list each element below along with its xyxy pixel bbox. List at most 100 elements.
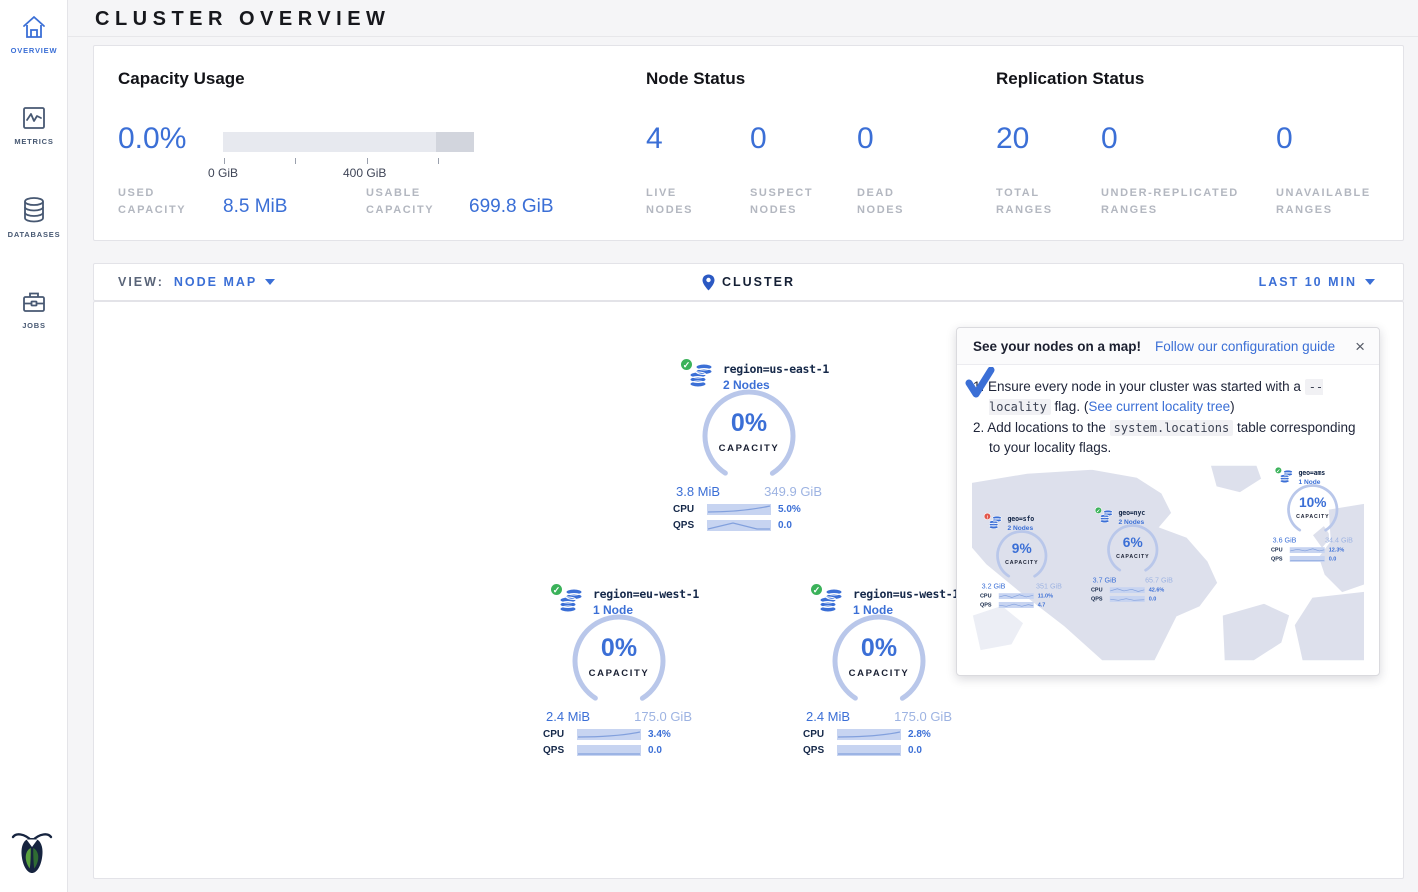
region-total-capacity: 175.0 GiB bbox=[894, 709, 952, 724]
qps-label: QPS bbox=[980, 602, 995, 608]
gauge-capacity-label: CAPACITY bbox=[1103, 554, 1164, 560]
qps-sparkline bbox=[577, 745, 641, 756]
capacity-gauge: 0% CAPACITY bbox=[824, 611, 934, 707]
live-nodes-value: 4 bbox=[646, 122, 663, 156]
gauge-percent: 6% bbox=[1103, 535, 1164, 551]
qps-value: 0.0 bbox=[648, 745, 662, 756]
cpu-sparkline bbox=[1110, 587, 1145, 593]
region-used-capacity: 3.8 MiB bbox=[676, 484, 720, 499]
page-title: CLUSTER OVERVIEW bbox=[95, 8, 390, 30]
region-label: region=us-east-1 bbox=[723, 362, 829, 376]
configuration-guide-link[interactable]: Follow our configuration guide bbox=[1155, 339, 1335, 354]
cockroachdb-logo bbox=[10, 827, 54, 880]
qps-label: QPS bbox=[543, 745, 570, 756]
cpu-label: CPU bbox=[1091, 587, 1106, 593]
view-label: VIEW: bbox=[118, 275, 164, 289]
qps-sparkline bbox=[1290, 556, 1325, 562]
cpu-label: CPU bbox=[543, 729, 570, 740]
capacity-percent: 0.0% bbox=[118, 122, 186, 156]
qps-label: QPS bbox=[1091, 596, 1106, 602]
live-nodes-label: LIVE NODES bbox=[646, 185, 708, 219]
gauge-percent: 10% bbox=[1283, 495, 1344, 511]
view-bar: VIEW: NODE MAP CLUSTER LAST 10 MIN bbox=[93, 263, 1404, 301]
sidebar-item-label: OVERVIEW bbox=[0, 46, 68, 55]
example-card-geo-sfo: ! geo=sfo 2 Nodes bbox=[975, 515, 1069, 608]
qps-value: 0.0 bbox=[1329, 556, 1337, 562]
caret-down-icon bbox=[1365, 279, 1375, 285]
time-range-selector[interactable]: LAST 10 MIN bbox=[1259, 275, 1403, 289]
sidebar-item-overview[interactable]: OVERVIEW bbox=[0, 0, 68, 65]
qps-sparkline bbox=[1110, 596, 1145, 602]
region-label: geo=nyc bbox=[1118, 509, 1145, 517]
qps-label: QPS bbox=[673, 520, 700, 531]
region-used-capacity: 3.2 GiB bbox=[982, 582, 1006, 590]
node-map-panel: ✓ region=us-east-1 2 Nodes 0% CAPACITY bbox=[93, 301, 1404, 879]
gauge-percent: 9% bbox=[992, 541, 1053, 557]
caret-down-icon bbox=[265, 279, 275, 285]
under-replicated-label: UNDER-REPLICATED RANGES bbox=[1101, 185, 1269, 219]
qps-value: 4.7 bbox=[1038, 602, 1046, 608]
cpu-sparkline bbox=[837, 729, 901, 740]
capacity-gauge: 6% CAPACITY bbox=[1103, 522, 1164, 575]
gauge-capacity-label: CAPACITY bbox=[824, 668, 934, 679]
region-total-capacity: 349.9 GiB bbox=[764, 484, 822, 499]
region-used-capacity: 2.4 MiB bbox=[806, 709, 850, 724]
example-node-map: ! geo=sfo 2 Nodes bbox=[972, 465, 1364, 661]
gauge-percent: 0% bbox=[694, 409, 804, 438]
qps-sparkline bbox=[707, 520, 771, 531]
region-total-capacity: 65.7 GiB bbox=[1145, 576, 1173, 584]
cpu-value: 11.0% bbox=[1038, 593, 1053, 599]
locality-tree-link[interactable]: See current locality tree bbox=[1088, 399, 1230, 414]
region-card-eu-west-1: ✓ region=eu-west-1 1 Node 0% CAPACITY 2 bbox=[534, 587, 704, 756]
system-locations-code: system.locations bbox=[1110, 420, 1234, 436]
region-card-us-east-1: ✓ region=us-east-1 2 Nodes 0% CAPACITY bbox=[664, 362, 834, 531]
region-used-capacity: 3.6 GiB bbox=[1273, 536, 1297, 544]
gauge-capacity-label: CAPACITY bbox=[1283, 514, 1344, 520]
node-status-title: Node Status bbox=[646, 69, 745, 89]
gauge-capacity-label: CAPACITY bbox=[992, 560, 1053, 566]
cluster-summary-panel: Capacity Usage 0.0% 0 GiB 400 GiB USED C… bbox=[93, 45, 1404, 241]
unavailable-label: UNAVAILABLE RANGES bbox=[1276, 185, 1394, 219]
database-icon bbox=[21, 196, 47, 224]
cpu-value: 5.0% bbox=[778, 504, 801, 515]
sidebar-item-label: METRICS bbox=[0, 137, 68, 146]
cpu-label: CPU bbox=[980, 593, 995, 599]
view-selector[interactable]: NODE MAP bbox=[174, 275, 275, 289]
dead-nodes-label: DEAD NODES bbox=[857, 185, 919, 219]
region-label: geo=sfo bbox=[1007, 515, 1034, 523]
setup-step-1: 1. Ensure every node in your cluster was… bbox=[973, 377, 1363, 416]
page-header: CLUSTER OVERVIEW bbox=[68, 0, 1418, 37]
briefcase-icon bbox=[21, 289, 47, 315]
big-check-icon bbox=[965, 367, 995, 399]
cpu-value: 12.3% bbox=[1329, 547, 1345, 553]
capacity-bar bbox=[223, 132, 474, 152]
region-total-capacity: 34.4 GiB bbox=[1325, 536, 1353, 544]
qps-value: 0.0 bbox=[908, 745, 922, 756]
capacity-tick-400: 400 GiB bbox=[343, 166, 386, 180]
qps-sparkline bbox=[837, 745, 901, 756]
capacity-gauge: 0% CAPACITY bbox=[694, 386, 804, 482]
capacity-gauge: 0% CAPACITY bbox=[564, 611, 674, 707]
capacity-tick-0: 0 GiB bbox=[208, 166, 238, 180]
sidebar-item-label: DATABASES bbox=[0, 230, 68, 239]
region-total-capacity: 351 GiB bbox=[1036, 582, 1062, 590]
cpu-label: CPU bbox=[1271, 547, 1286, 553]
sidebar-item-databases[interactable]: DATABASES bbox=[0, 182, 68, 249]
view-selector-value: NODE MAP bbox=[174, 275, 257, 289]
node-map-setup-popup: See your nodes on a map! Follow our conf… bbox=[956, 327, 1380, 676]
used-capacity-label: USED CAPACITY bbox=[118, 185, 202, 219]
region-used-capacity: 2.4 MiB bbox=[546, 709, 590, 724]
healthy-check-icon: ✓ bbox=[680, 358, 693, 371]
sidebar-item-metrics[interactable]: METRICS bbox=[0, 91, 68, 156]
sidebar-item-jobs[interactable]: JOBS bbox=[0, 275, 68, 340]
gauge-capacity-label: CAPACITY bbox=[694, 443, 804, 454]
close-icon[interactable]: × bbox=[1355, 340, 1365, 354]
cpu-sparkline bbox=[577, 729, 641, 740]
usable-capacity-label: USABLE CAPACITY bbox=[366, 185, 460, 219]
cpu-label: CPU bbox=[803, 729, 830, 740]
suspect-nodes-value: 0 bbox=[750, 122, 767, 156]
gauge-capacity-label: CAPACITY bbox=[564, 668, 674, 679]
region-label: geo=ams bbox=[1298, 469, 1325, 477]
capacity-usage-title: Capacity Usage bbox=[118, 69, 245, 89]
time-range-value: LAST 10 MIN bbox=[1259, 275, 1357, 289]
